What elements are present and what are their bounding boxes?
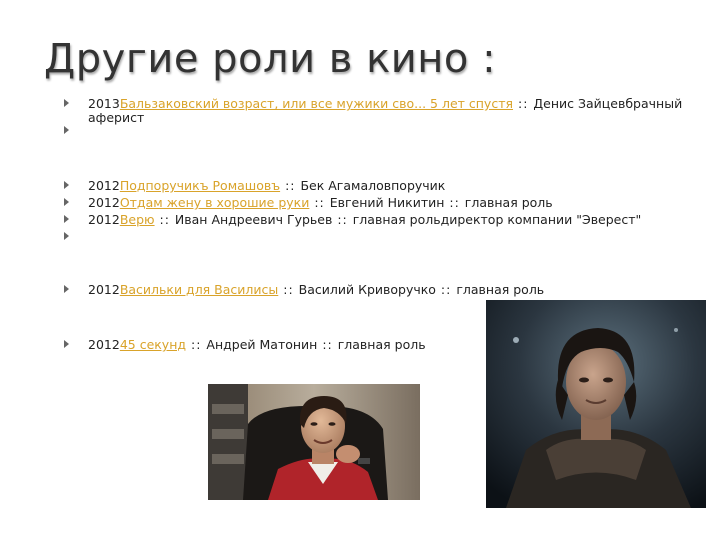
separator: :: — [444, 195, 465, 210]
role-line: 2012Верю :: Иван Андреевич Гурьев :: гла… — [88, 212, 641, 227]
separator: :: — [154, 212, 175, 227]
film-link[interactable]: Отдам жену в хорошие руки — [120, 195, 310, 210]
bullet-icon — [64, 285, 69, 293]
role-line: 2012Отдам жену в хорошие руки :: Евгений… — [88, 195, 553, 210]
bullet-icon — [64, 340, 69, 348]
role-year: 2013 — [88, 96, 120, 111]
separator: :: — [278, 282, 299, 297]
separator: :: — [435, 282, 457, 297]
bullet-icon — [64, 198, 69, 206]
role-name: Бек Агамаловпоручик — [300, 178, 446, 193]
film-link[interactable]: 45 секунд — [120, 337, 186, 352]
role-name: Андрей Матонин — [206, 337, 318, 352]
film-link[interactable]: Бальзаковский возраст, или все мужики св… — [120, 96, 513, 111]
film-link[interactable]: Васильки для Василисы — [120, 282, 278, 297]
actor-photo-night-image — [486, 300, 706, 508]
role-year: 2012 — [88, 282, 120, 297]
separator: :: — [280, 178, 301, 193]
role-line-continuation: аферист — [88, 110, 144, 125]
separator: :: — [186, 337, 207, 352]
role-line: 201245 секунд :: Андрей Матонин :: главн… — [88, 337, 426, 352]
bullet-icon — [64, 232, 69, 240]
role-name: Денис Зайцевбрачный — [533, 96, 683, 111]
role-year: 2012 — [88, 337, 120, 352]
role-line: 2012Подпоручикъ Ромашовъ :: Бек Агамалов… — [88, 178, 445, 193]
role-name: Василий Криворучко — [298, 282, 436, 297]
role-year: 2012 — [88, 178, 120, 193]
actor-photo-office-image — [208, 384, 420, 500]
bullet-icon — [64, 215, 69, 223]
separator: :: — [513, 96, 534, 111]
separator: :: — [317, 337, 338, 352]
separator: :: — [332, 212, 353, 227]
role-note: главная роль — [456, 282, 545, 297]
actor-photo-office — [208, 384, 420, 500]
role-year: 2012 — [88, 212, 120, 227]
slide-title: Другие роли в кино : — [44, 36, 497, 82]
role-note: главная роль — [337, 337, 426, 352]
role-year: 2012 — [88, 195, 120, 210]
bullet-icon — [64, 99, 69, 107]
role-name: Иван Андреевич Гурьев — [174, 212, 333, 227]
role-line: 2012Васильки для Василисы :: Василий Кри… — [88, 282, 544, 297]
role-line: 2013Бальзаковский возраст, или все мужик… — [88, 96, 682, 111]
role-name: Евгений Никитин — [329, 195, 445, 210]
film-link[interactable]: Подпоручикъ Ромашовъ — [120, 178, 280, 193]
bullet-icon — [64, 181, 69, 189]
actor-photo-night — [486, 300, 706, 508]
role-note: главная рольдиректор компании "Эверест" — [352, 212, 642, 227]
film-link[interactable]: Верю — [120, 212, 155, 227]
role-name-wrap: аферист — [88, 110, 145, 125]
bullet-icon — [64, 126, 69, 134]
role-note: главная роль — [464, 195, 553, 210]
separator: :: — [309, 195, 330, 210]
